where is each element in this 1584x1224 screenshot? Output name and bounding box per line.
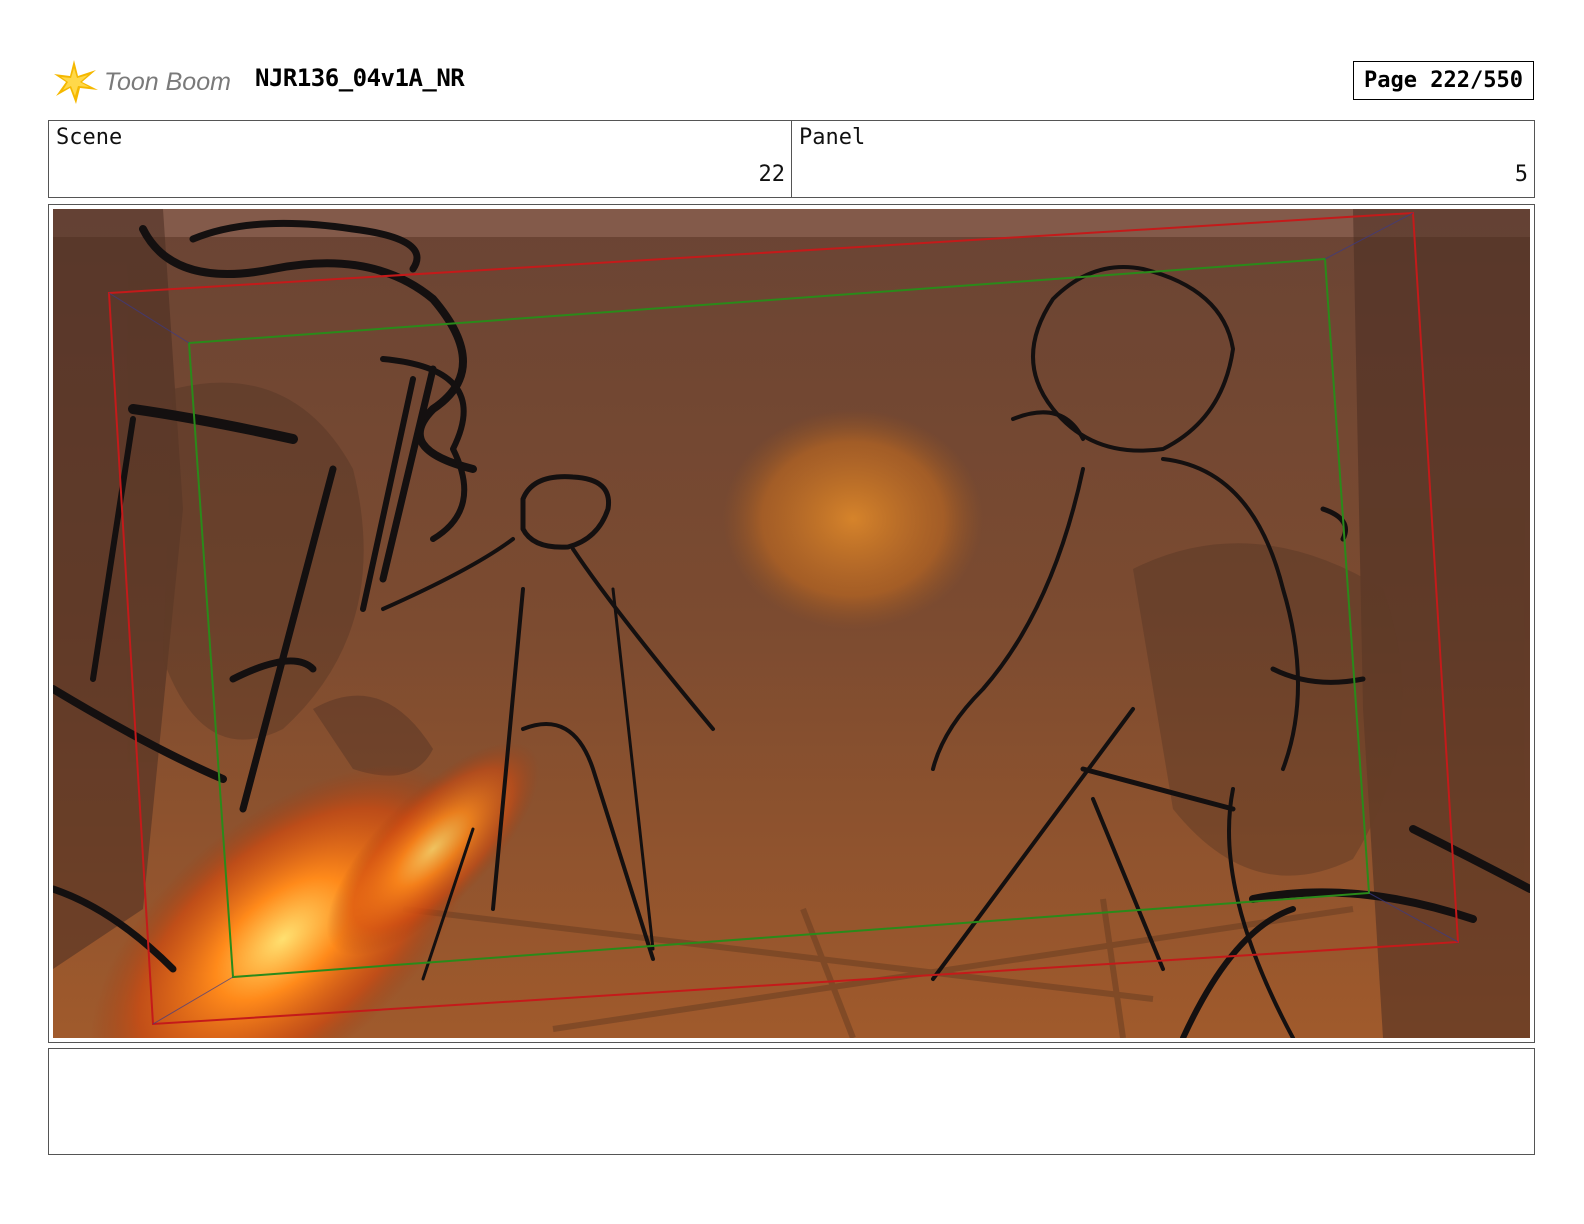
panel-number: 5 — [1514, 162, 1528, 187]
panel-cell: Panel 5 — [791, 121, 1534, 197]
starburst-icon — [54, 60, 98, 104]
dust-cloud — [723, 409, 983, 629]
toon-boom-logo: Toon Boom — [52, 56, 242, 106]
scene-label: Scene — [56, 125, 123, 150]
scene-number: 22 — [758, 162, 786, 187]
project-title: NJR136_04v1A_NR — [255, 64, 465, 92]
page-indicator: Page 222/550 — [1353, 61, 1534, 100]
panel-notes — [48, 1048, 1535, 1155]
brand-text: Toon Boom — [104, 68, 231, 96]
panel-sketch — [53, 209, 1530, 1038]
scene-cell: Scene 22 — [49, 121, 791, 197]
storyboard-panel — [48, 204, 1535, 1043]
scene-panel-info: Scene 22 Panel 5 — [48, 120, 1535, 198]
panel-label: Panel — [799, 125, 866, 150]
